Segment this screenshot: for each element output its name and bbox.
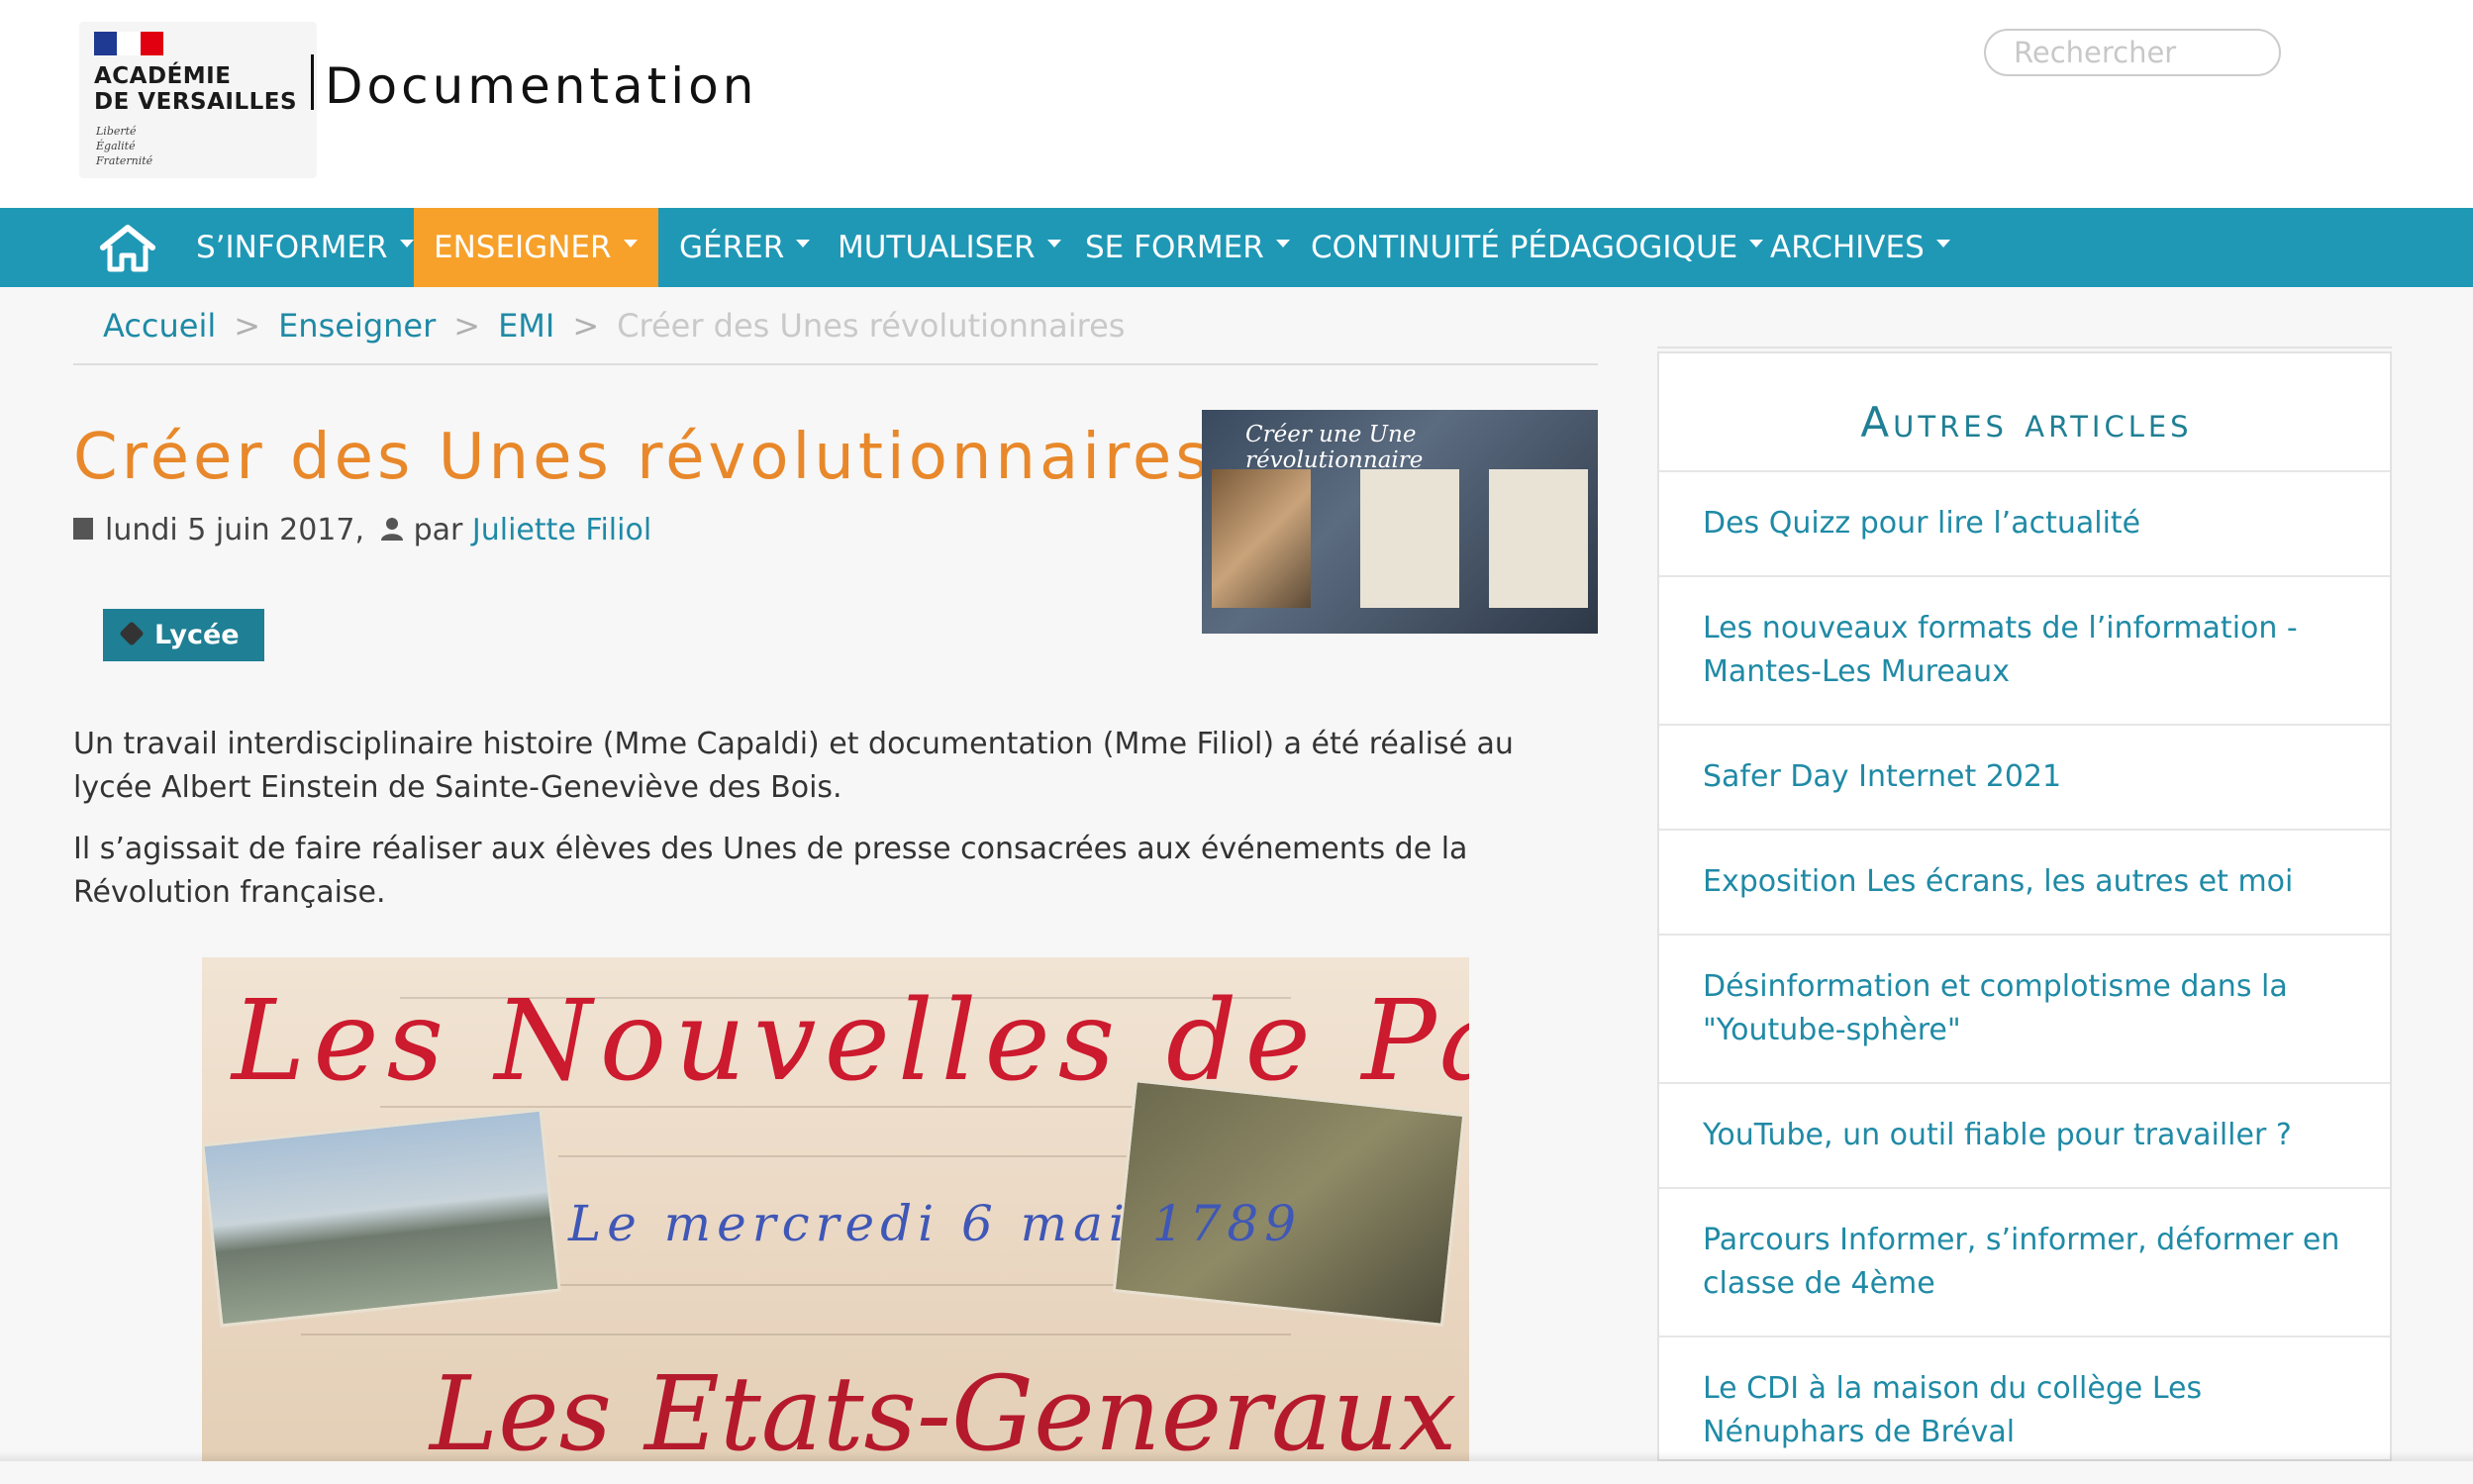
breadcrumb: Accueil > Enseigner > EMI > Créer des Unes rév… [103,307,1125,345]
caret-down-icon [399,239,414,247]
french-flag-icon [94,32,163,55]
newspaper-date: Le mercredi 6 mai 1789 [568,1195,1303,1252]
nav-label: ARCHIVES [1770,230,1925,265]
sidebar-article-link[interactable]: Parcours Informer, s’informer, déformer … [1659,1187,2390,1336]
caret-down-icon [1046,239,1061,247]
nav-item-gerer[interactable]: GÉRER [659,208,830,287]
author-link[interactable]: Juliette Filiol [472,513,651,547]
sidebar-article-link[interactable]: Désinformation et complotisme dans la "Y… [1659,934,2390,1082]
logo-motto-3: Fraternité [96,154,153,167]
caret-down-icon [1935,239,1950,247]
sidebar-article-link[interactable]: YouTube, un outil fiable pour travailler… [1659,1082,2390,1187]
bottom-shadow [0,1451,2473,1461]
sidebar-article-link[interactable]: Safer Day Internet 2021 [1659,724,2390,829]
search-input[interactable] [1984,29,2281,76]
article-meta: lundi 5 juin 2017, par Juliette Filiol [73,513,651,547]
breadcrumb-enseigner[interactable]: Enseigner [278,307,436,345]
nav-label: SE FORMER [1085,230,1264,265]
thumbnail-caption: Créer une Une révolutionnaire [1245,422,1424,473]
main-nav: S’INFORMER ENSEIGNER GÉRER MUTUALISER SE… [0,208,2473,287]
sidebar-title: Autres articles [1659,398,2394,446]
newspaper-title: Les Nouvelles de Paris [232,977,1469,1106]
sidebar-article-link[interactable]: Des Quizz pour lire l’actualité [1659,470,2390,575]
nav-item-mutualiser[interactable]: MUTUALISER [818,208,1081,287]
nav-label: CONTINUITÉ PÉDAGOGIQUE [1311,230,1738,265]
sidebar-other-articles: Autres articles Des Quizz pour lire l’ac… [1657,351,2392,1461]
breadcrumb-separator: > [572,307,600,345]
thumbnail-page [1489,469,1588,608]
breadcrumb-current: Créer des Unes révolutionnaires [617,307,1126,345]
thumbnail-page [1360,469,1459,608]
logo-motto-2: Égalité [96,140,136,152]
caret-down-icon [1275,239,1290,247]
tag-badge[interactable]: Lycée [103,609,264,661]
breadcrumb-divider [73,363,1598,365]
site-title[interactable]: Documentation [325,57,757,115]
article-paragraph: Un travail interdisciplinaire histoire (… [73,727,1514,805]
nav-label: GÉRER [679,230,785,265]
sidebar-article-link[interactable]: Les nouveaux formats de l’information - … [1659,575,2390,724]
breadcrumb-accueil[interactable]: Accueil [103,307,216,345]
breadcrumb-separator: > [453,307,481,345]
sidebar-title-text: Autres articles [1860,398,2193,446]
logo-line-2: DE VERSAILLES [94,89,298,115]
home-icon[interactable] [99,224,156,273]
nav-item-sinformer[interactable]: S’INFORMER [176,208,434,287]
article-paragraph: Il s’agissait de faire réaliser aux élèv… [73,832,1468,910]
breadcrumb-separator: > [234,307,261,345]
caret-down-icon [796,239,811,247]
script-line [301,1334,1291,1336]
page-title: Créer des Unes révolutionnaires [73,421,1213,494]
article-by: par [413,513,463,547]
nav-label: MUTUALISER [838,230,1036,265]
brand-separator [311,54,314,110]
sidebar-rule [1657,346,2392,348]
user-icon [380,517,403,541]
site-header: ACADÉMIE DE VERSAILLES Liberté Égalité F… [0,0,2473,208]
nav-item-archives[interactable]: ARCHIVES [1750,208,1970,287]
newspaper-subtitle: Les Etats-Generaux [430,1353,1457,1461]
sidebar-article-link[interactable]: Le CDI à la maison du collège Les Nénuph… [1659,1336,2390,1484]
nav-label: S’INFORMER [196,230,388,265]
newspaper-image: Les Nouvelles de Paris Le mercredi 6 mai… [202,957,1469,1461]
nav-item-continuite[interactable]: CONTINUITÉ PÉDAGOGIQUE [1291,208,1783,287]
logo-motto-1: Liberté [96,125,137,138]
painting-left-image [202,1108,561,1328]
article-date: lundi 5 juin 2017, [105,513,365,547]
script-line [558,1284,1152,1286]
article-thumbnail: Créer une Une révolutionnaire [1202,410,1598,634]
script-line [558,1155,1152,1157]
nav-item-se-former[interactable]: SE FORMER [1065,208,1310,287]
tag-icon [119,620,145,646]
nav-item-enseigner[interactable]: ENSEIGNER [414,208,658,287]
sidebar-article-link[interactable]: Exposition Les écrans, les autres et moi [1659,829,2390,934]
calendar-icon [73,517,93,540]
caret-down-icon [623,239,638,247]
nav-label: ENSEIGNER [434,230,612,265]
tag-label: Lycée [154,620,240,650]
thumbnail-painting [1212,469,1311,608]
breadcrumb-emi[interactable]: EMI [498,307,554,345]
logo-line-1: ACADÉMIE [94,63,232,89]
